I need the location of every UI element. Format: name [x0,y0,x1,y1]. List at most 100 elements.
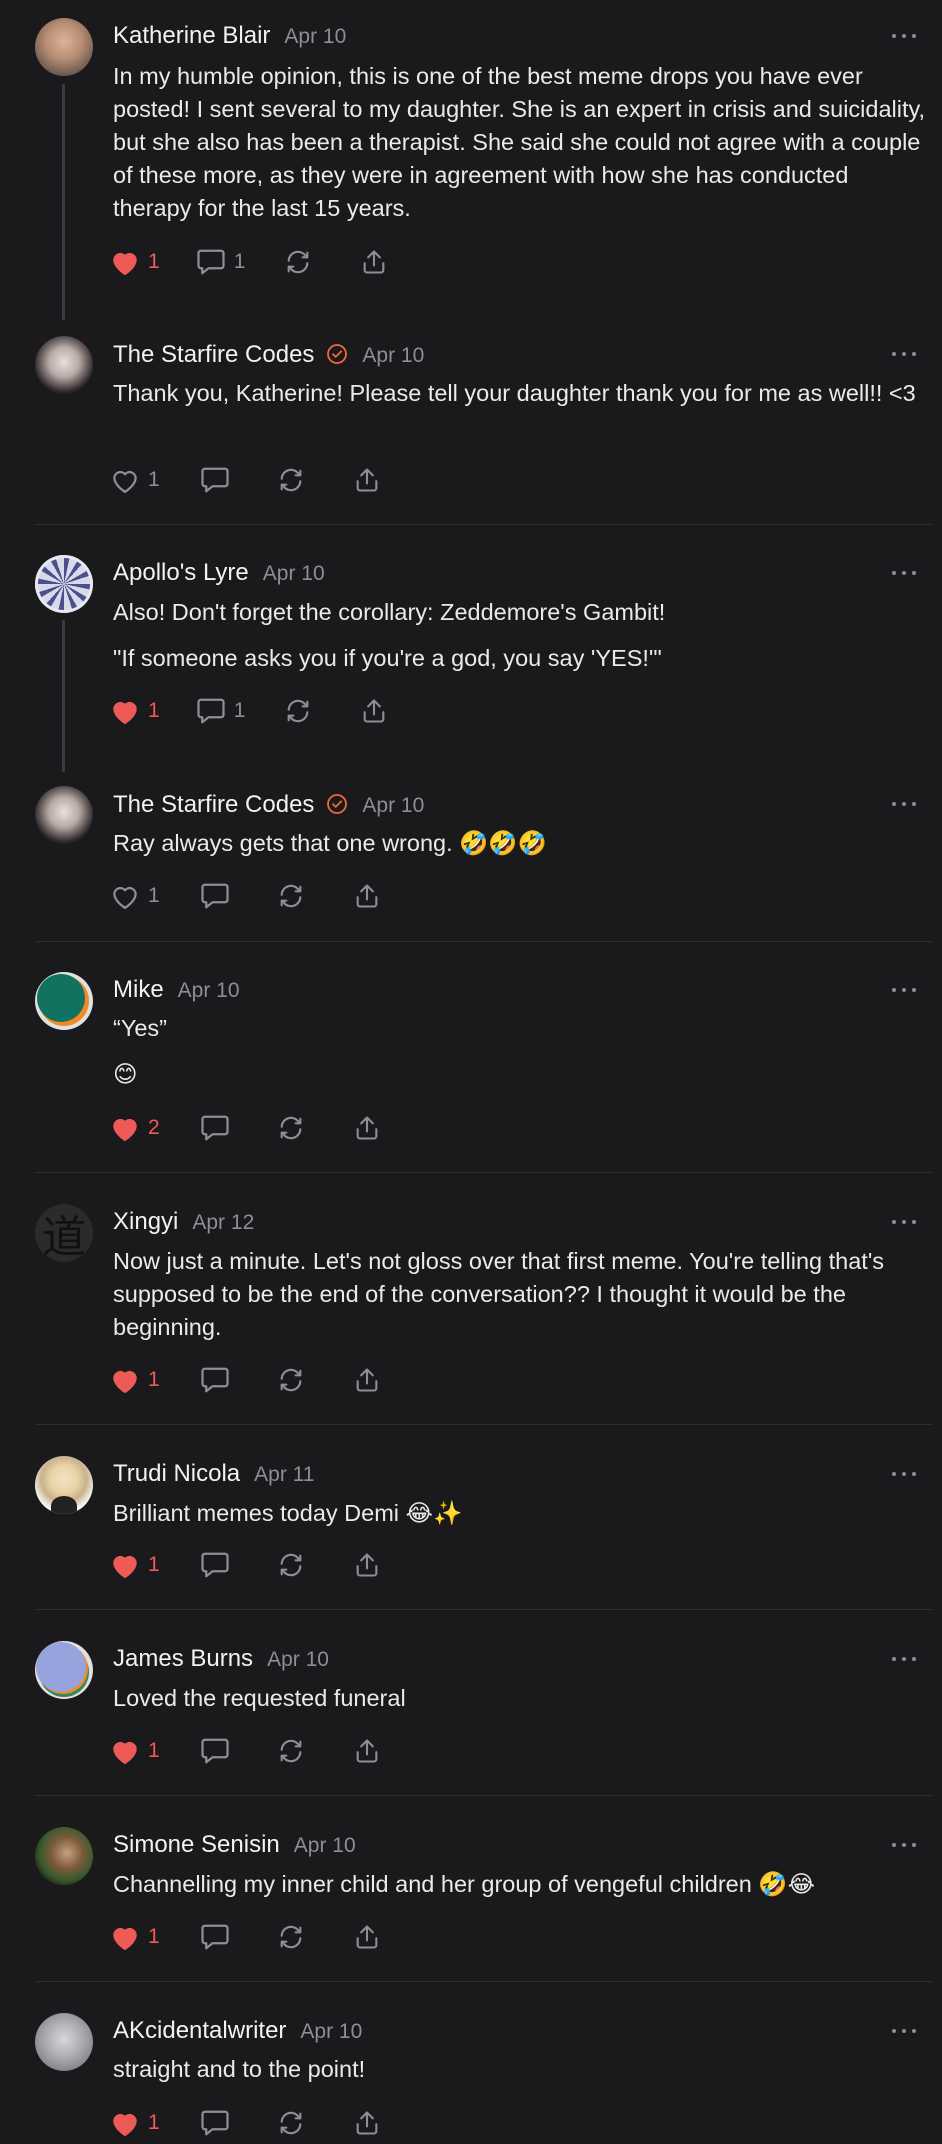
restack-button[interactable] [276,1366,306,1394]
share-icon [363,699,385,723]
author-name[interactable]: Xingyi [113,1208,178,1236]
comment-actions: 1 [110,1551,382,1579]
reply-button[interactable] [200,882,230,910]
comment-date[interactable]: Apr 11 [254,1463,314,1487]
more-options-icon[interactable] [892,800,916,808]
comment-text: straight and to the point! [113,2056,366,2082]
comment-icon [197,249,225,275]
more-options-icon[interactable] [892,1655,916,1663]
comment-actions: 1 [110,1923,382,1951]
reply-button[interactable]: 1 [196,697,245,725]
comment-date[interactable]: Apr 10 [362,794,424,818]
avatar[interactable] [35,2013,93,2071]
like-button[interactable]: 1 [110,1923,160,1951]
restack-button[interactable] [276,1923,306,1951]
author-name[interactable]: James Burns [113,1645,253,1673]
restack-icon [280,1116,302,1140]
restack-button[interactable] [283,697,313,725]
reply-button[interactable] [200,1366,230,1394]
more-options-icon[interactable] [892,1841,916,1849]
comment-date[interactable]: Apr 10 [300,2020,362,2044]
comment-icon [201,467,229,493]
avatar[interactable] [35,1456,93,1514]
share-button[interactable] [352,1366,382,1394]
comment-date[interactable]: Apr 10 [178,979,240,1003]
restack-button[interactable] [276,466,306,494]
like-button[interactable]: 1 [110,2109,160,2137]
restack-button[interactable] [276,1551,306,1579]
author-name[interactable]: Simone Senisin [113,1831,280,1859]
like-count: 1 [148,1368,160,1391]
author-name[interactable]: The Starfire Codes [113,341,314,369]
share-button[interactable] [359,248,389,276]
like-button[interactable]: 1 [110,882,160,910]
restack-icon [280,1553,302,1577]
comment-date[interactable]: Apr 10 [267,1648,329,1672]
like-button[interactable]: 1 [110,1737,160,1765]
verified-badge-icon [327,794,348,814]
more-options-icon[interactable] [892,2027,916,2035]
like-button[interactable]: 1 [110,248,160,276]
restack-button[interactable] [276,882,306,910]
avatar[interactable] [35,555,93,613]
like-count: 1 [148,1553,160,1576]
avatar[interactable] [35,18,93,76]
avatar[interactable]: 道 [35,1204,93,1262]
comment-actions: 1 1 [110,248,389,276]
reply-button[interactable] [200,1923,230,1951]
share-button[interactable] [359,697,389,725]
avatar[interactable] [35,972,93,1030]
avatar[interactable] [35,786,93,844]
comment-date[interactable]: Apr 10 [284,25,346,49]
more-options-icon[interactable] [892,986,916,994]
avatar[interactable] [35,336,93,394]
comment-date[interactable]: Apr 10 [294,1834,356,1858]
more-options-icon[interactable] [892,32,916,40]
share-button[interactable] [352,1114,382,1142]
comment-text: "If someone asks you if you're a god, yo… [113,645,662,671]
share-button[interactable] [352,1923,382,1951]
author-name[interactable]: The Starfire Codes [113,791,314,819]
avatar[interactable] [35,1827,93,1885]
author-name[interactable]: Trudi Nicola [113,1460,240,1488]
comment-date[interactable]: Apr 10 [263,562,325,586]
more-options-icon[interactable] [892,1218,916,1226]
restack-button[interactable] [276,1114,306,1142]
like-count: 1 [148,250,160,273]
comment-text: Ray always gets that one wrong. 🤣🤣🤣 [113,830,547,856]
like-count: 1 [148,468,160,491]
restack-button[interactable] [276,2109,306,2137]
restack-button[interactable] [276,1737,306,1765]
share-icon [356,468,378,492]
author-name[interactable]: Katherine Blair [113,22,270,50]
share-button[interactable] [352,1737,382,1765]
author-name[interactable]: AKcidentalwriter [113,2017,286,2045]
like-button[interactable]: 1 [110,1551,160,1579]
more-options-icon[interactable] [892,569,916,577]
comment-date[interactable]: Apr 10 [362,344,424,368]
restack-button[interactable] [283,248,313,276]
reply-button[interactable] [200,1114,230,1142]
reply-button[interactable] [200,2109,230,2137]
like-button[interactable]: 2 [110,1114,160,1142]
share-button[interactable] [352,882,382,910]
comment-date[interactable]: Apr 12 [192,1211,254,1235]
comment-icon [201,1738,229,1764]
author-name[interactable]: Apollo's Lyre [113,559,249,587]
more-options-icon[interactable] [892,1470,916,1478]
reply-button[interactable] [200,466,230,494]
share-button[interactable] [352,1551,382,1579]
reply-button[interactable] [200,1737,230,1765]
share-button[interactable] [352,466,382,494]
like-button[interactable]: 1 [110,697,160,725]
like-button[interactable]: 1 [110,1366,160,1394]
comment-body: Brilliant memes today Demi 😂✨ [113,1497,930,1543]
avatar[interactable] [35,1641,93,1699]
more-options-icon[interactable] [892,350,916,358]
reply-button[interactable] [200,1551,230,1579]
author-name[interactable]: Mike [113,976,164,1004]
share-button[interactable] [352,2109,382,2137]
like-button[interactable]: 1 [110,466,160,494]
restack-icon [280,2111,302,2135]
reply-button[interactable]: 1 [196,248,245,276]
